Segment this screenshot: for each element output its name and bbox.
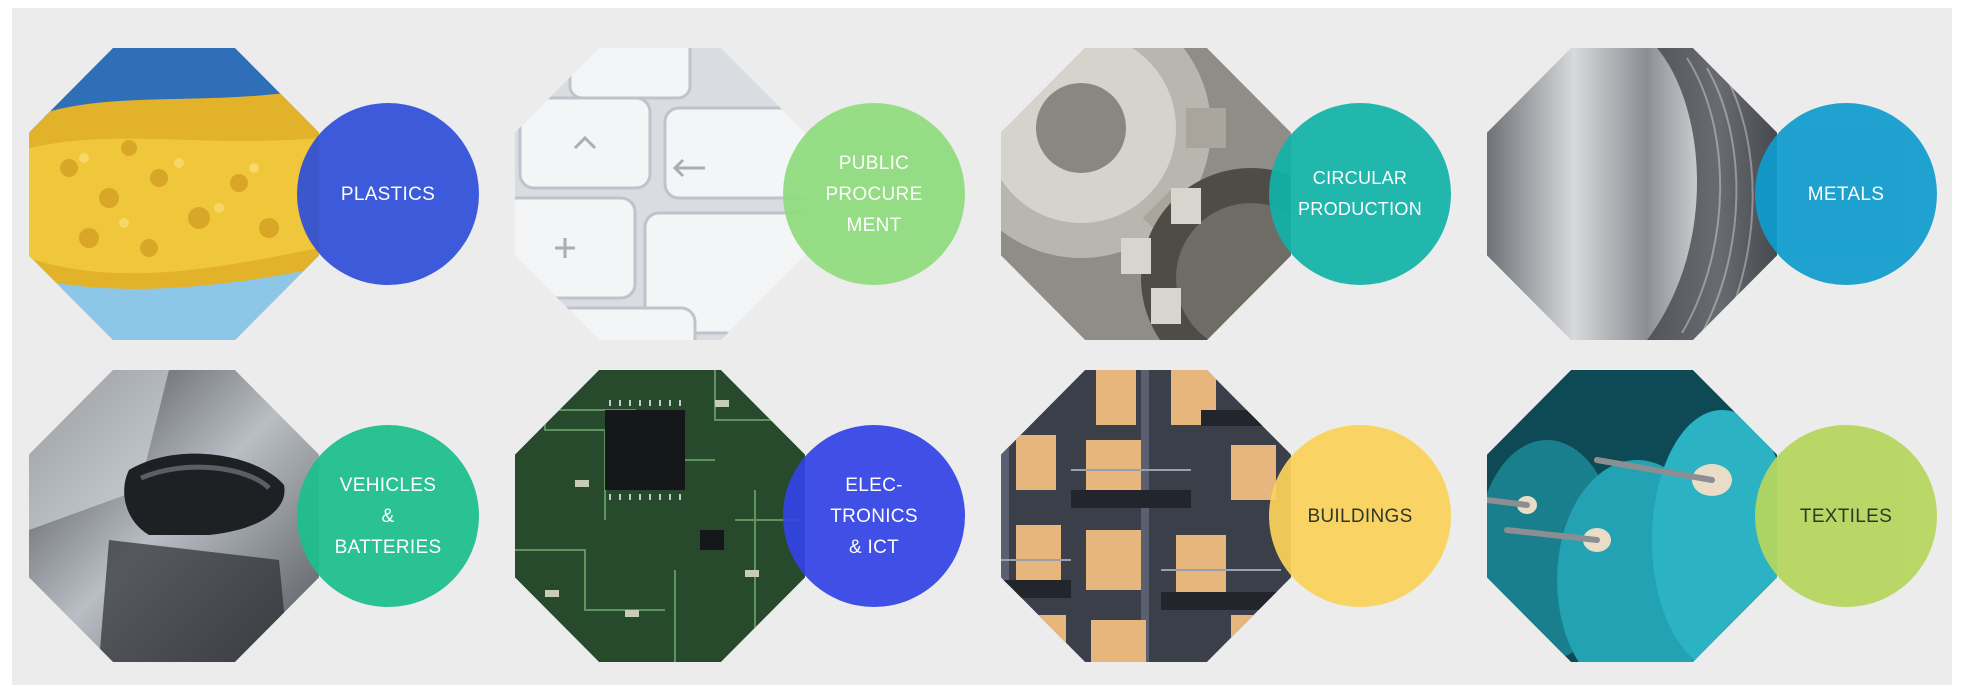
keyboard-keys-image	[515, 48, 805, 340]
metals-label: METALS	[1807, 183, 1885, 205]
category-tile-plastics[interactable]: PLASTICS	[29, 48, 479, 340]
steel-coil-image	[1487, 48, 1777, 340]
public-procurement-badge[interactable]: PUBLIC PROCURE MENT	[783, 103, 965, 285]
textiles-badge[interactable]: TEXTILES	[1755, 425, 1937, 607]
yarn-spools-image	[1487, 370, 1777, 662]
apartment-building-image	[1001, 370, 1291, 662]
circuit-board-image	[515, 370, 805, 662]
buildings-badge[interactable]: BUILDINGS	[1269, 425, 1451, 607]
car-mirror-image	[29, 370, 319, 662]
plastic-pellets-image	[29, 48, 319, 340]
category-tile-textiles[interactable]: TEXTILES	[1487, 370, 1937, 662]
category-tile-public-procurement[interactable]: PUBLIC PROCURE MENT	[515, 48, 965, 340]
category-tile-circular-production[interactable]: CIRCULAR PRODUCTION	[1001, 48, 1451, 340]
category-tile-electronics-ict[interactable]: ELEC- TRONICS & ICT	[515, 370, 965, 662]
plastics-label: PLASTICS	[340, 183, 436, 205]
gears-image	[1001, 48, 1291, 340]
vehicles-batteries-label: VEHICLES & BATTERIES	[334, 474, 442, 558]
vehicles-batteries-badge[interactable]: VEHICLES & BATTERIES	[297, 425, 479, 607]
category-tile-vehicles-batteries[interactable]: VEHICLES & BATTERIES	[29, 370, 479, 662]
textiles-label: TEXTILES	[1799, 505, 1893, 527]
circular-production-label: CIRCULAR PRODUCTION	[1298, 168, 1422, 219]
electronics-ict-label: ELEC- TRONICS & ICT	[830, 474, 918, 558]
category-tile-metals[interactable]: METALS	[1487, 48, 1937, 340]
buildings-label: BUILDINGS	[1307, 505, 1413, 527]
public-procurement-label: PUBLIC PROCURE MENT	[825, 152, 923, 236]
plastics-badge[interactable]: PLASTICS	[297, 103, 479, 285]
metals-badge[interactable]: METALS	[1755, 103, 1937, 285]
category-board: PLASTICS PUBLIC PROCURE MENT CIRCULAR PR…	[12, 8, 1952, 685]
electronics-ict-badge[interactable]: ELEC- TRONICS & ICT	[783, 425, 965, 607]
circular-production-badge[interactable]: CIRCULAR PRODUCTION	[1269, 103, 1451, 285]
category-tile-buildings[interactable]: BUILDINGS	[1001, 370, 1451, 662]
